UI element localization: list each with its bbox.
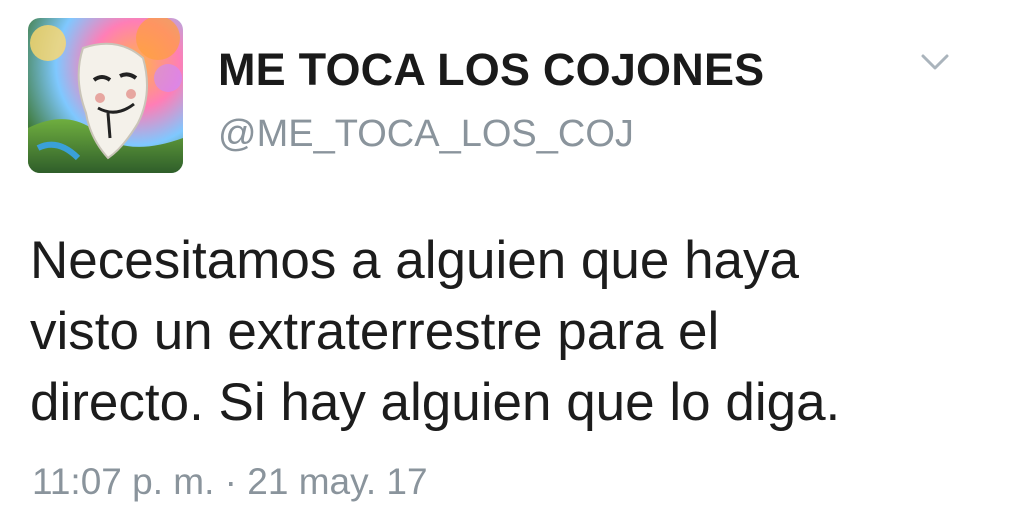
tweet-card: ME TOCA LOS COJONES @ME_TOCA_LOS_COJ Nec… (0, 0, 1017, 532)
chevron-down-icon (921, 54, 949, 70)
timestamp-separator: · (224, 461, 237, 502)
avatar[interactable] (28, 18, 183, 173)
anonymous-mask-avatar-icon (28, 18, 183, 173)
tweet-text: Necesitamos a alguien que haya visto un … (30, 225, 990, 438)
display-name[interactable]: ME TOCA LOS COJONES (218, 44, 764, 96)
tweet-text-line: Necesitamos a alguien que haya (30, 231, 799, 290)
tweet-text-line: directo. Si hay alguien que lo diga. (30, 373, 841, 432)
tweet-menu-button[interactable] (915, 46, 955, 78)
tweet-date: 21 may. 17 (247, 461, 428, 502)
tweet-time: 11:07 p. m. (32, 461, 215, 502)
tweet-text-line: visto un extraterrestre para el (30, 302, 720, 361)
tweet-timestamp[interactable]: 11:07 p. m. · 21 may. 17 (32, 460, 428, 504)
user-handle[interactable]: @ME_TOCA_LOS_COJ (218, 112, 634, 156)
